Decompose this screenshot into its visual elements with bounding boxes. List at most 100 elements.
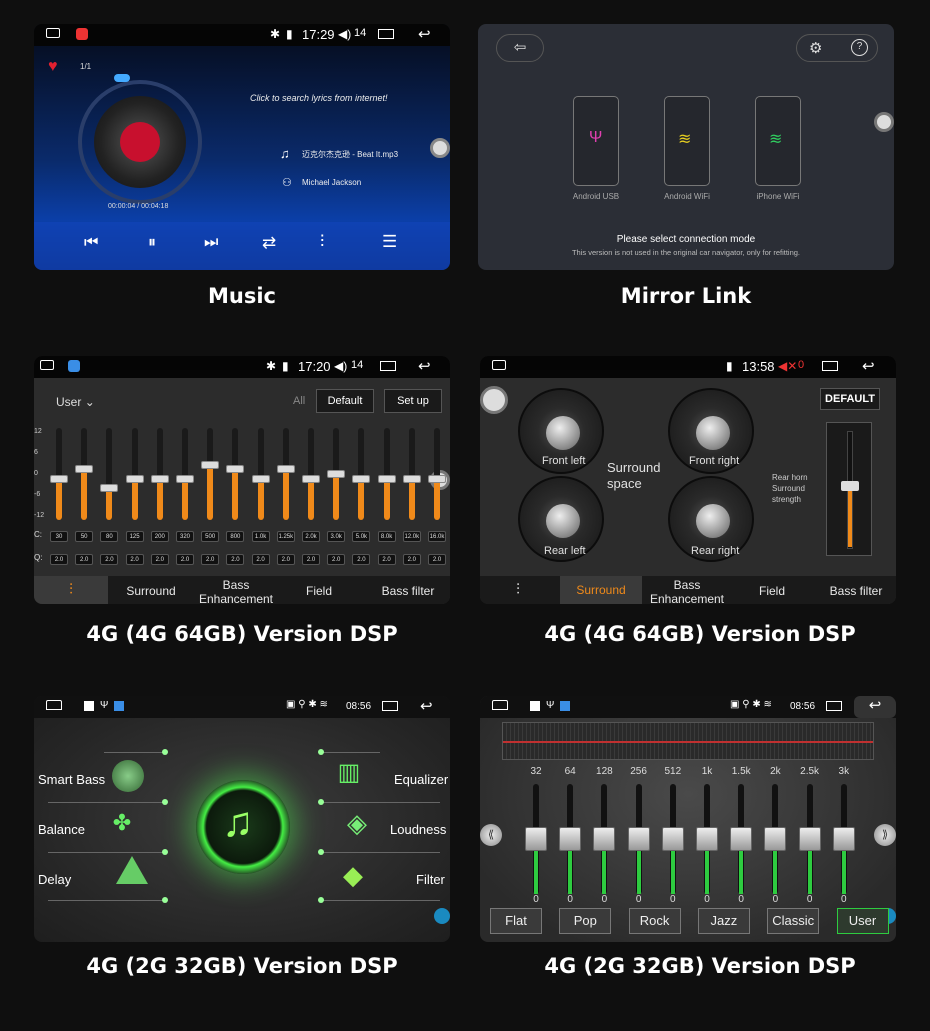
freq-chip[interactable]: 1.25k bbox=[276, 531, 295, 542]
band-slider[interactable] bbox=[730, 784, 753, 894]
eq-band-knob[interactable] bbox=[377, 474, 396, 483]
band-knob[interactable] bbox=[661, 827, 684, 851]
band-knob[interactable] bbox=[525, 827, 547, 851]
tab-bass-filter[interactable]: Bass filter bbox=[816, 584, 896, 598]
eq-band-knob[interactable] bbox=[428, 474, 446, 483]
q-chip[interactable]: 2.0 bbox=[251, 554, 270, 565]
eq-band-knob[interactable] bbox=[276, 465, 295, 474]
preset-select[interactable]: User ⌄ bbox=[56, 395, 95, 409]
eq-band-knob[interactable] bbox=[226, 465, 245, 474]
back-icon[interactable]: ↩ bbox=[418, 25, 431, 43]
next-icon[interactable]: ⏭ bbox=[204, 234, 218, 252]
tab-field[interactable]: Field bbox=[282, 584, 356, 598]
preset-button-classic[interactable]: Classic bbox=[767, 908, 820, 934]
q-chip[interactable]: 2.0 bbox=[201, 554, 220, 565]
recent-apps-icon[interactable] bbox=[378, 29, 394, 39]
back-icon[interactable]: ↩ bbox=[418, 357, 431, 375]
eq-band-slider[interactable] bbox=[75, 428, 94, 520]
eq-band-slider[interactable] bbox=[201, 428, 220, 520]
freq-chip[interactable]: 16.0k bbox=[428, 531, 446, 542]
freq-chip[interactable]: 30 bbox=[50, 531, 68, 542]
tab-field[interactable]: Field bbox=[732, 584, 812, 598]
q-chip[interactable]: 2.0 bbox=[226, 554, 245, 565]
recent-apps-icon[interactable] bbox=[826, 701, 842, 711]
eq-band-knob[interactable] bbox=[201, 460, 220, 469]
setup-button[interactable]: Set up bbox=[384, 389, 442, 413]
eq-tab-icon[interactable]: ⫶ bbox=[480, 576, 556, 604]
eq-band-knob[interactable] bbox=[100, 483, 119, 492]
tab-bass-filter[interactable]: Bass filter bbox=[366, 584, 450, 598]
eq-band-slider[interactable] bbox=[150, 428, 169, 520]
filter-icon[interactable]: ◆ bbox=[336, 860, 370, 894]
music-center-button[interactable]: ♫ bbox=[196, 780, 290, 874]
tab-surround[interactable]: Surround bbox=[560, 576, 642, 604]
mute-icon[interactable]: ◀✕ bbox=[778, 359, 797, 373]
band-knob[interactable] bbox=[559, 827, 582, 851]
eq-band-knob[interactable] bbox=[251, 474, 270, 483]
q-chip[interactable]: 2.0 bbox=[302, 554, 320, 565]
eq-band-knob[interactable] bbox=[402, 474, 421, 483]
android-usb-option[interactable]: Ψ bbox=[573, 96, 619, 186]
freq-chip[interactable]: 5.0k bbox=[352, 531, 371, 542]
preset-button-user[interactable]: User bbox=[836, 908, 889, 934]
eq-band-slider[interactable] bbox=[302, 428, 320, 520]
freq-chip[interactable]: 200 bbox=[150, 531, 169, 542]
freq-chip[interactable]: 50 bbox=[75, 531, 94, 542]
q-chip[interactable]: 2.0 bbox=[176, 554, 194, 565]
preset-button-rock[interactable]: Rock bbox=[628, 908, 681, 934]
q-chip[interactable]: 2.0 bbox=[50, 554, 68, 565]
preset-button-pop[interactable]: Pop bbox=[559, 908, 612, 934]
eq-band-knob[interactable] bbox=[327, 470, 346, 478]
freq-chip[interactable]: 80 bbox=[100, 531, 119, 542]
pause-icon[interactable]: ⏸ bbox=[148, 234, 156, 252]
balance-label[interactable]: Balance bbox=[38, 822, 85, 837]
back-icon[interactable]: ↩ bbox=[420, 697, 433, 715]
home-icon[interactable] bbox=[492, 700, 508, 710]
assistive-touch-button[interactable] bbox=[430, 138, 450, 158]
eq-band-slider[interactable] bbox=[402, 428, 421, 520]
eq-band-knob[interactable] bbox=[176, 474, 194, 483]
balance-icon[interactable]: ✤ bbox=[104, 810, 140, 842]
delay-icon[interactable] bbox=[116, 856, 148, 884]
tab-surround[interactable]: Surround bbox=[114, 584, 188, 598]
band-slider[interactable] bbox=[525, 784, 547, 894]
q-chip[interactable]: 2.0 bbox=[75, 554, 94, 565]
eq-band-knob[interactable] bbox=[50, 474, 68, 483]
equalizer-label[interactable]: Equalizer bbox=[394, 772, 448, 787]
freq-chip[interactable]: 500 bbox=[201, 531, 220, 542]
q-chip[interactable]: 2.0 bbox=[276, 554, 295, 565]
playlist-icon[interactable]: ☰ bbox=[382, 232, 397, 252]
settings-gear-icon[interactable]: ⚙ bbox=[809, 39, 822, 57]
eq-band-slider[interactable] bbox=[276, 428, 295, 520]
q-chip[interactable]: 2.0 bbox=[428, 554, 446, 565]
equalizer-icon[interactable]: ⫶ bbox=[320, 232, 324, 252]
equalizer-icon[interactable]: ▥ bbox=[334, 758, 364, 792]
default-button[interactable]: Default bbox=[316, 389, 374, 413]
q-chip[interactable]: 2.0 bbox=[352, 554, 371, 565]
band-slider[interactable] bbox=[559, 784, 582, 894]
eq-band-slider[interactable] bbox=[377, 428, 396, 520]
tab-bass-enhancement[interactable]: Bass Enhancement bbox=[194, 578, 278, 604]
volume-icon[interactable]: ◀) bbox=[338, 27, 351, 41]
android-wifi-option[interactable]: ≋ bbox=[664, 96, 710, 186]
eq-band-knob[interactable] bbox=[352, 474, 371, 483]
assistive-touch-button[interactable] bbox=[874, 112, 894, 132]
back-button[interactable]: ↩ bbox=[854, 696, 896, 718]
previous-icon[interactable]: ⏮ bbox=[84, 234, 98, 252]
q-chip[interactable]: 2.0 bbox=[402, 554, 421, 565]
eq-band-slider[interactable] bbox=[50, 428, 68, 520]
smart-bass-label[interactable]: Smart Bass bbox=[38, 772, 105, 787]
freq-chip[interactable]: 800 bbox=[226, 531, 245, 542]
tab-bass-enhancement[interactable]: Bass Enhancement bbox=[644, 578, 730, 604]
band-slider[interactable] bbox=[696, 784, 718, 894]
repeat-icon[interactable]: ⇄ bbox=[262, 233, 276, 253]
smart-bass-icon[interactable] bbox=[112, 760, 144, 792]
band-knob[interactable] bbox=[593, 827, 616, 851]
assistive-touch-button[interactable] bbox=[480, 386, 508, 414]
band-slider[interactable] bbox=[764, 784, 787, 894]
band-slider[interactable] bbox=[627, 784, 650, 894]
q-chip[interactable]: 2.0 bbox=[125, 554, 144, 565]
freq-chip[interactable]: 125 bbox=[125, 531, 144, 542]
help-icon[interactable]: ? bbox=[851, 39, 868, 56]
band-knob[interactable] bbox=[798, 827, 821, 851]
